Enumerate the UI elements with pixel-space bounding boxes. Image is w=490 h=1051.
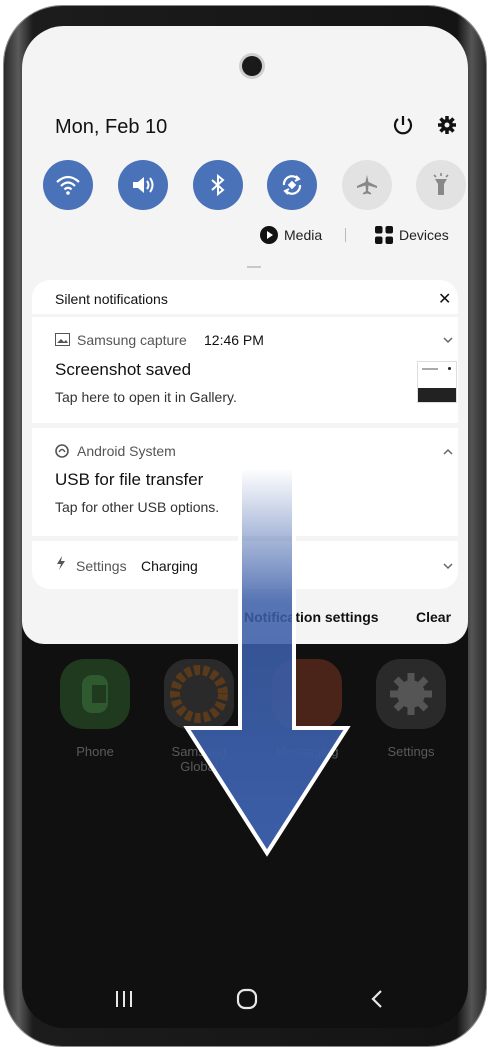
wifi-icon [56, 175, 80, 195]
wifi-toggle[interactable] [43, 160, 93, 210]
notification-app-name: Samsung capture [77, 332, 187, 348]
front-camera-icon [242, 56, 262, 76]
close-icon[interactable]: ✕ [438, 289, 451, 309]
gear-icon[interactable] [434, 112, 460, 138]
lightning-icon [57, 556, 65, 570]
chevron-down-icon[interactable] [443, 337, 453, 344]
bluetooth-icon [211, 173, 225, 197]
chevron-down-icon[interactable] [443, 563, 453, 570]
sound-toggle[interactable] [118, 160, 168, 210]
phone-app-icon[interactable] [60, 659, 130, 729]
bluetooth-toggle[interactable] [193, 160, 243, 210]
clear-button[interactable]: Clear [416, 609, 451, 625]
devices-icon [375, 226, 393, 244]
sound-icon [133, 177, 154, 193]
devices-label: Devices [399, 227, 449, 243]
devices-button[interactable]: Devices [375, 226, 449, 244]
play-icon [260, 226, 278, 244]
auto-rotate-toggle[interactable] [267, 160, 317, 210]
section-title: Silent notifications [55, 291, 168, 307]
power-icon[interactable] [390, 112, 416, 138]
media-label: Media [284, 227, 323, 243]
date-label: Mon, Feb 10 [55, 116, 168, 138]
home-icon[interactable] [236, 988, 258, 1010]
notification-title: Screenshot saved [55, 360, 192, 379]
phone-frame: Phone Samsung Global Messaging Settings … [4, 6, 486, 1046]
screen: Phone Samsung Global Messaging Settings … [22, 26, 468, 1028]
image-icon [55, 333, 70, 346]
screenshot-thumbnail [417, 361, 457, 403]
navigation-bar [22, 968, 468, 1028]
flashlight-toggle[interactable] [416, 160, 466, 210]
silent-notifications-header: Silent notifications ✕ [32, 280, 458, 314]
android-system-icon [55, 444, 69, 458]
recent-apps-icon[interactable] [114, 990, 134, 1008]
airplane-icon [357, 175, 377, 195]
settings-app-icon[interactable] [376, 659, 446, 729]
notification-time: 12:46 PM [204, 332, 264, 348]
app-label-settings: Settings [387, 744, 435, 759]
auto-rotate-icon [282, 175, 302, 195]
back-icon[interactable] [370, 989, 384, 1009]
notification-screenshot[interactable]: Samsung capture 12:46 PM Screenshot save… [32, 317, 458, 423]
notification-app-name: Settings [76, 558, 127, 574]
divider [345, 228, 346, 242]
swipe-down-arrow-icon [183, 468, 351, 857]
panel-drag-handle[interactable] [247, 266, 261, 268]
flashlight-icon [433, 173, 449, 195]
airplane-toggle[interactable] [342, 160, 392, 210]
notification-body: Tap here to open it in Gallery. [55, 389, 237, 405]
media-button[interactable]: Media [260, 226, 322, 244]
chevron-up-icon[interactable] [443, 448, 453, 455]
notification-app-name: Android System [77, 443, 176, 459]
app-label-phone: Phone [76, 744, 114, 759]
